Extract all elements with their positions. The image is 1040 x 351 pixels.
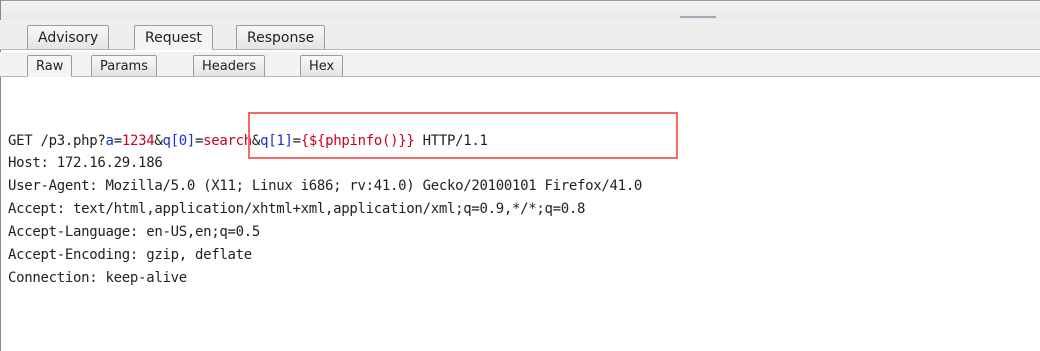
message-tabbar: Advisory Request Response [0,20,1040,50]
tab-params[interactable]: Params [91,55,157,77]
request-protocol: HTTP/1.1 [414,133,488,149]
param-name: q[0] [162,133,195,149]
param-name: q[1] [260,133,293,149]
param-equals: = [113,133,122,149]
param-value: 1234 [121,133,155,149]
tab-raw[interactable]: Raw [27,55,73,77]
header-accept-language: Accept-Language: en-US,en;q=0.5 [8,224,260,240]
top-strip [0,0,1040,21]
param-equals: = [292,133,301,149]
header-accept: Accept: text/html,application/xhtml+xml,… [8,201,586,217]
header-connection: Connection: keep-alive [8,270,187,286]
tab-headers[interactable]: Headers [193,55,266,77]
tab-response[interactable]: Response [236,25,326,50]
tab-request[interactable]: Request [134,25,213,50]
top-border [0,0,1040,1]
header-accept-encoding: Accept-Encoding: gzip, deflate [8,247,252,263]
tab-hex[interactable]: Hex [300,55,344,77]
param-name: a [105,133,114,149]
raw-request-editor[interactable]: GET /p3.php?a=1234&q[0]=search&q[1]={${p… [1,77,1040,351]
request-viewer-panel: Advisory Request Response Raw Params Hea… [0,0,1040,351]
header-host: Host: 172.16.29.186 [8,155,163,171]
header-user-agent: User-Agent: Mozilla/5.0 (X11; Linux i686… [8,178,643,194]
param-value: search [203,133,252,149]
param-separator: & [251,133,261,149]
request-line: GET /p3.php?a=1234&q[0]=search&q[1]={${p… [8,130,488,152]
split-pane-handle[interactable] [680,16,716,18]
request-method-path: GET /p3.php? [8,133,106,149]
param-equals: = [195,133,204,149]
param-value: {${phpinfo()}} [300,133,415,149]
request-format-tabbar: Raw Params Headers Hex [0,52,1040,77]
tab-advisory[interactable]: Advisory [27,25,110,50]
